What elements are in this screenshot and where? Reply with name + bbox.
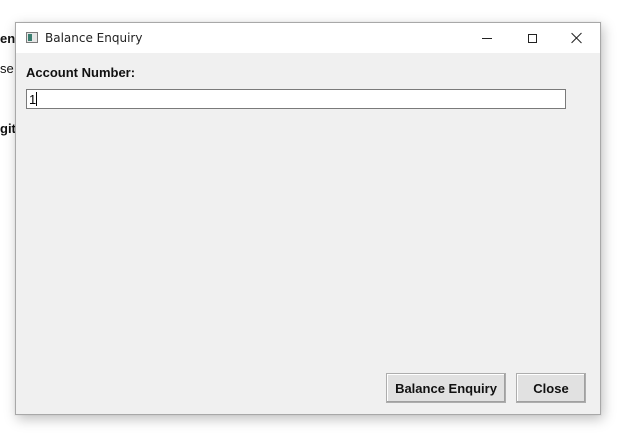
minimize-icon bbox=[482, 37, 492, 39]
minimize-button[interactable] bbox=[464, 23, 510, 53]
close-icon bbox=[571, 32, 583, 44]
desktop: en se git Balance Enquiry Account Number… bbox=[0, 0, 626, 445]
window-title: Balance Enquiry bbox=[45, 31, 143, 45]
maximize-icon bbox=[527, 33, 537, 43]
window-close-button[interactable] bbox=[554, 23, 600, 53]
background-window-text: git bbox=[0, 121, 16, 136]
background-window-text: en bbox=[0, 31, 16, 46]
app-window-icon bbox=[26, 32, 38, 43]
title-bar[interactable]: Balance Enquiry bbox=[16, 23, 600, 53]
background-window-text: se bbox=[0, 61, 14, 76]
text-caret bbox=[36, 92, 37, 106]
maximize-button[interactable] bbox=[509, 23, 555, 53]
account-number-input[interactable] bbox=[26, 89, 566, 109]
close-button[interactable]: Close bbox=[516, 373, 586, 403]
balance-enquiry-dialog: Balance Enquiry Account Number: Balance … bbox=[15, 22, 601, 415]
account-number-label: Account Number: bbox=[26, 65, 136, 80]
balance-enquiry-button[interactable]: Balance Enquiry bbox=[386, 373, 506, 403]
